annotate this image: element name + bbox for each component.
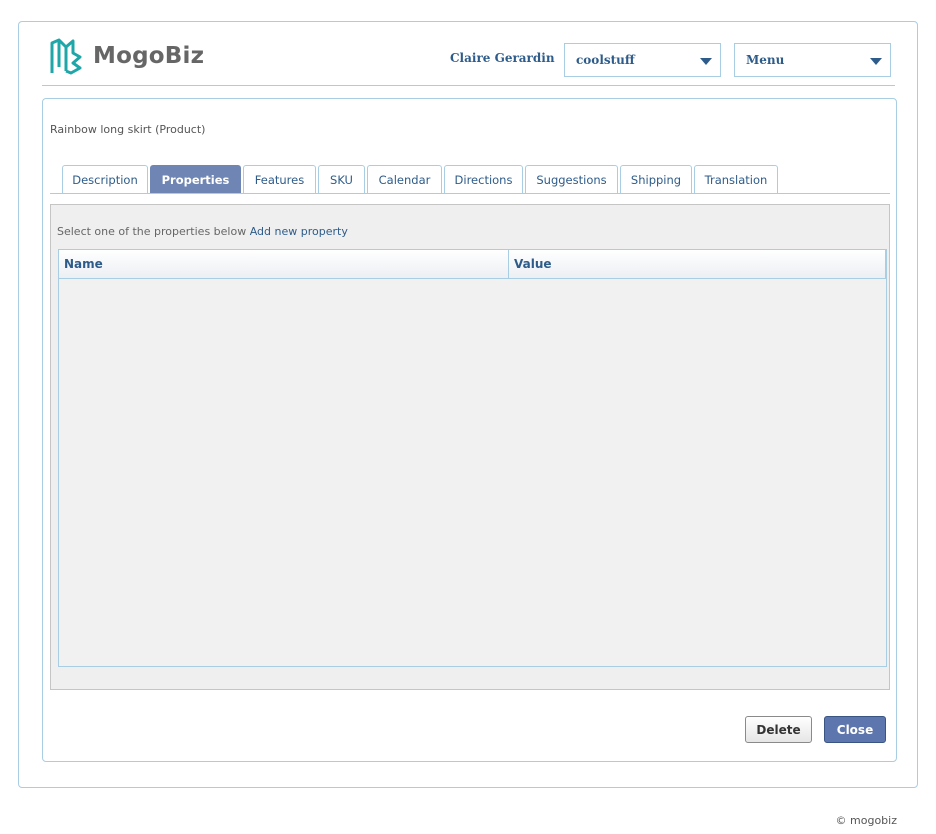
column-header-name[interactable]: Name bbox=[59, 250, 509, 278]
brand-logo[interactable]: MogoBiz bbox=[49, 36, 204, 76]
properties-hint: Select one of the properties below Add n… bbox=[57, 225, 348, 238]
tab-properties[interactable]: Properties bbox=[150, 165, 241, 194]
properties-content: Select one of the properties below Add n… bbox=[50, 204, 890, 690]
tab-description[interactable]: Description bbox=[62, 165, 148, 194]
chevron-down-icon bbox=[700, 58, 712, 65]
app-window: MogoBiz Claire Gerardin coolstuff Menu R… bbox=[18, 21, 918, 788]
table-header: Name Value bbox=[59, 250, 886, 279]
properties-table: Name Value bbox=[58, 249, 887, 667]
user-name[interactable]: Claire Gerardin bbox=[450, 51, 555, 65]
tab-sku[interactable]: SKU bbox=[318, 165, 365, 194]
tab-translation[interactable]: Translation bbox=[694, 165, 778, 194]
store-select[interactable]: coolstuff bbox=[564, 43, 721, 77]
product-panel: Rainbow long skirt (Product) Description… bbox=[42, 98, 897, 762]
tab-features[interactable]: Features bbox=[243, 165, 316, 194]
mogobiz-logo-icon bbox=[50, 38, 82, 75]
brand-name: MogoBiz bbox=[93, 43, 205, 69]
page-title: Rainbow long skirt (Product) bbox=[50, 123, 206, 136]
tab-shipping[interactable]: Shipping bbox=[620, 165, 692, 194]
copyright: © mogobiz bbox=[835, 814, 897, 827]
store-select-value: coolstuff bbox=[576, 53, 635, 67]
delete-button[interactable]: Delete bbox=[745, 716, 812, 743]
properties-hint-text: Select one of the properties below bbox=[57, 225, 247, 238]
menu-select[interactable]: Menu bbox=[734, 43, 891, 77]
chevron-down-icon bbox=[870, 58, 882, 65]
tab-bar: Description Properties Features SKU Cale… bbox=[62, 165, 780, 194]
column-header-value[interactable]: Value bbox=[509, 250, 886, 278]
tab-suggestions[interactable]: Suggestions bbox=[525, 165, 618, 194]
add-property-link[interactable]: Add new property bbox=[250, 225, 348, 238]
tab-calendar[interactable]: Calendar bbox=[367, 165, 442, 194]
menu-select-value: Menu bbox=[746, 53, 785, 67]
close-button[interactable]: Close bbox=[824, 716, 886, 743]
tab-directions[interactable]: Directions bbox=[444, 165, 523, 194]
tab-bar-divider bbox=[50, 193, 890, 194]
header-divider bbox=[42, 85, 895, 86]
